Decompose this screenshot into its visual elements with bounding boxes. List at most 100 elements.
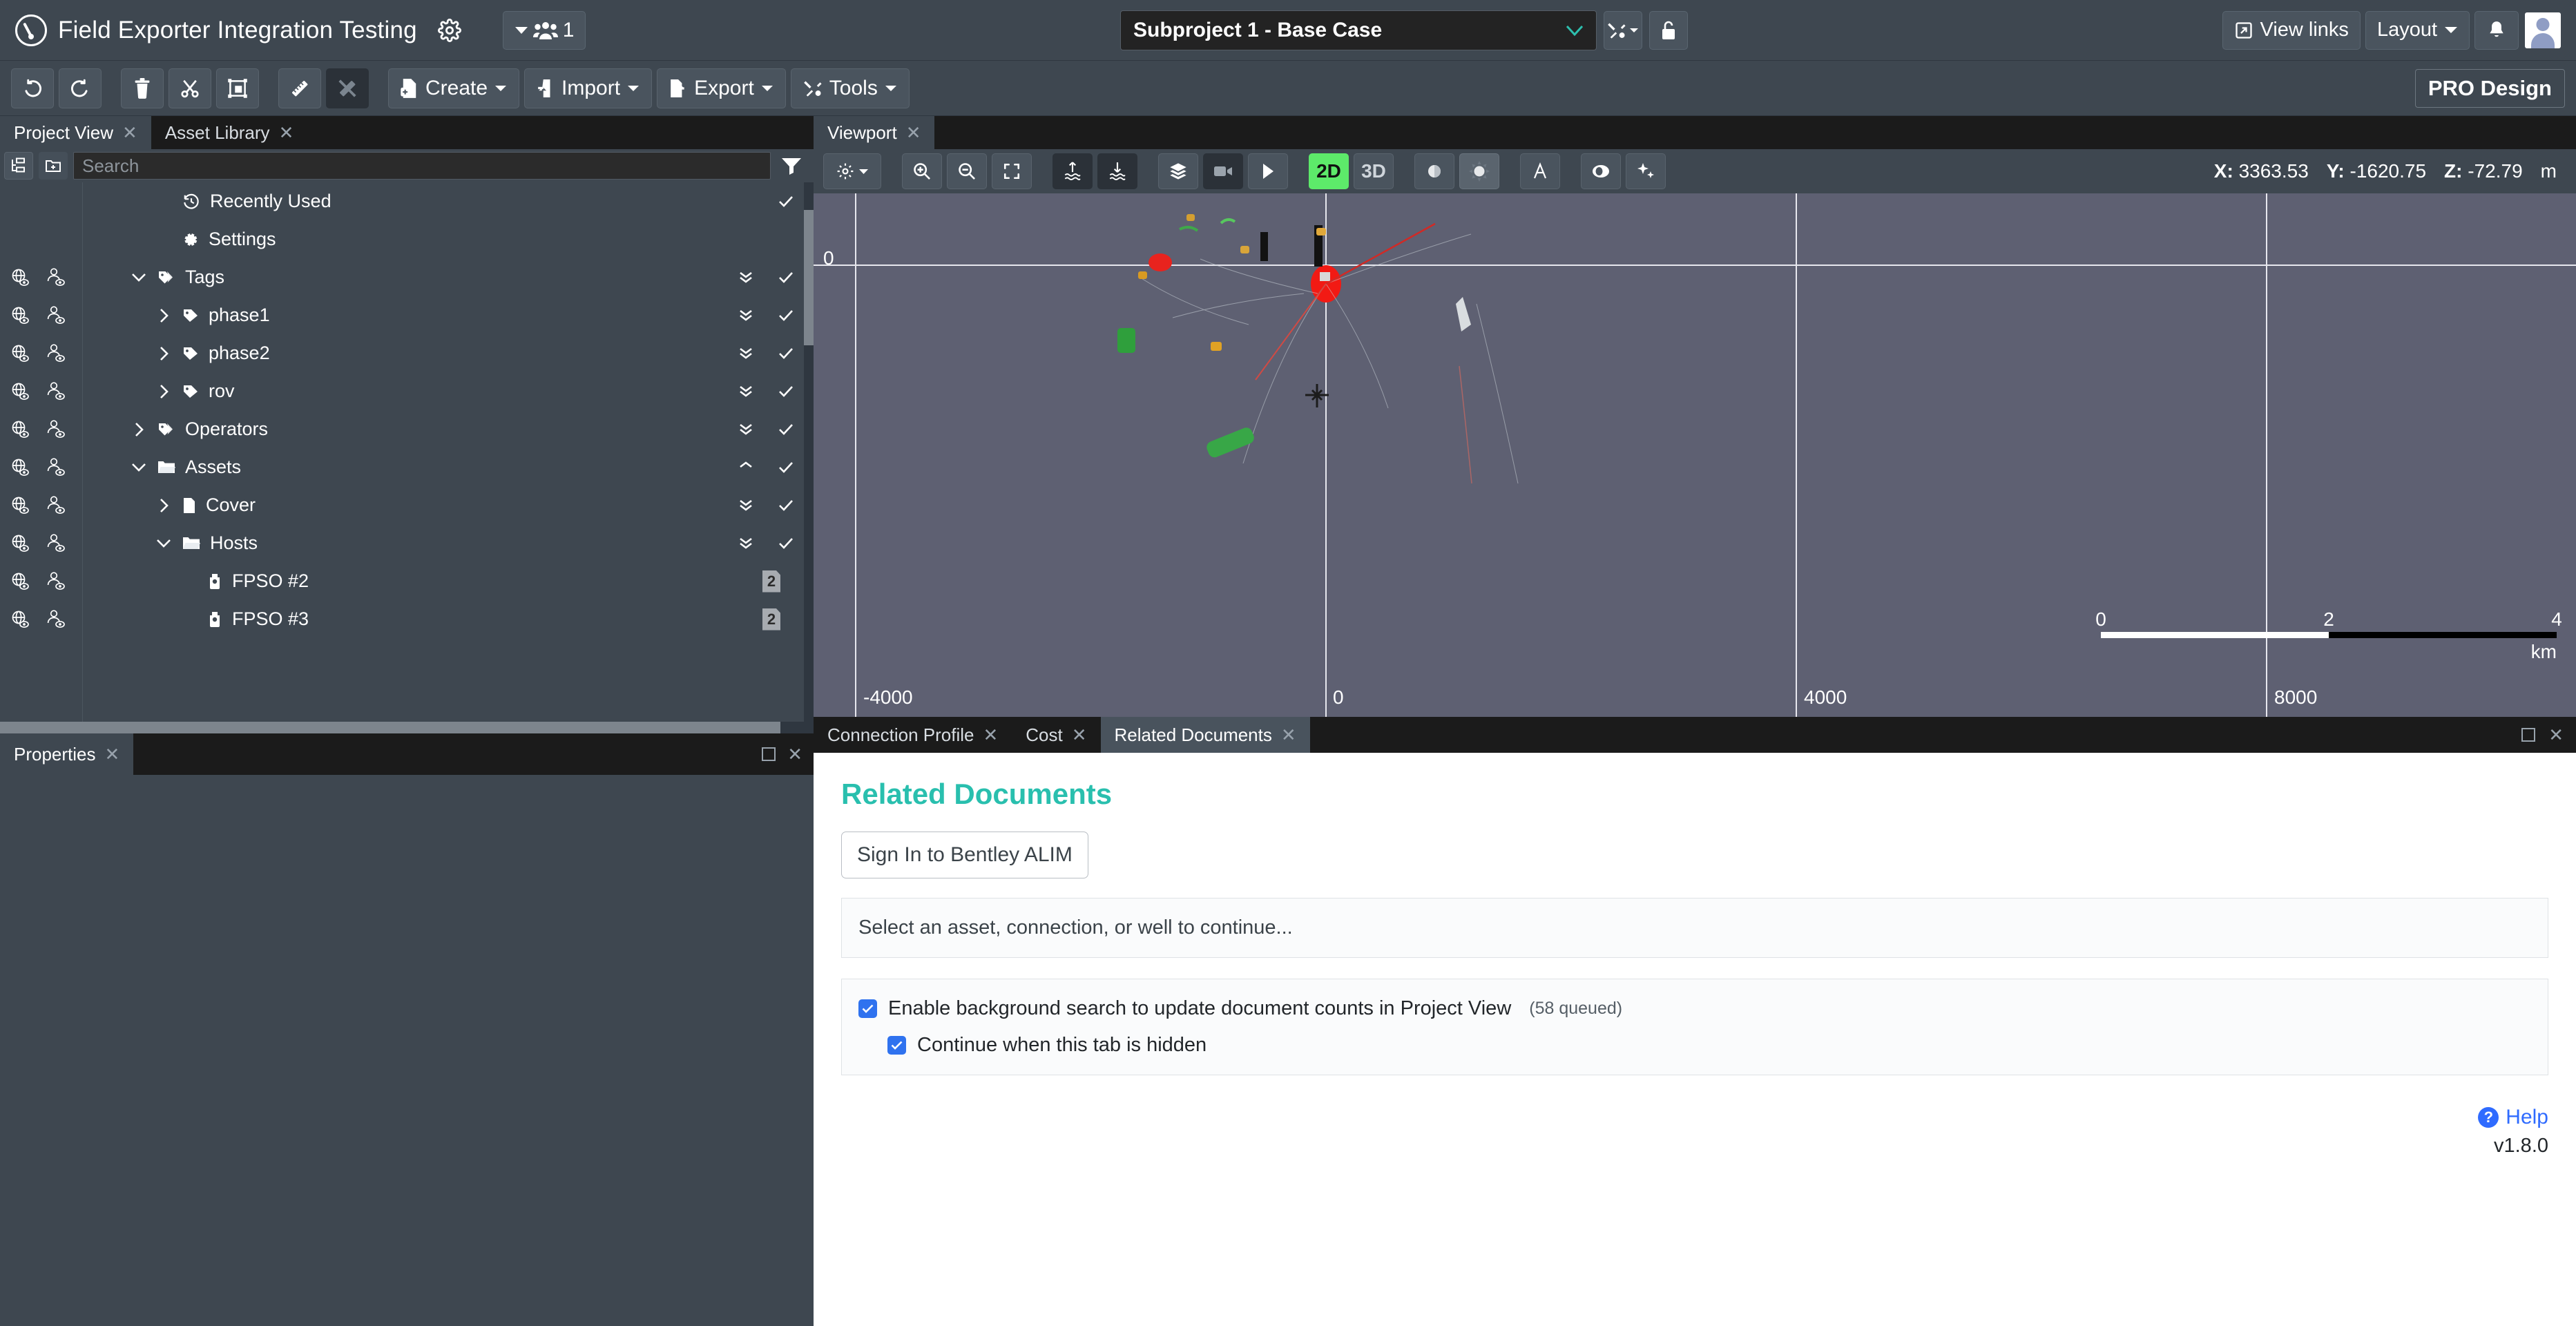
- globe-eye-icon[interactable]: [10, 609, 30, 630]
- create-menu-button[interactable]: Create: [388, 68, 520, 108]
- checkbox-continue-when-hidden[interactable]: [887, 1036, 906, 1055]
- check-icon[interactable]: [778, 271, 794, 285]
- tree-row[interactable]: FPSO #2 2: [83, 562, 814, 600]
- tab-cost[interactable]: Cost ✕: [1012, 717, 1101, 753]
- ruler-crossed-icon[interactable]: [326, 68, 369, 108]
- sun-shadow-icon[interactable]: [1459, 153, 1499, 189]
- zoom-in-icon[interactable]: [902, 153, 942, 189]
- layout-menu-button[interactable]: Layout: [2365, 10, 2470, 50]
- camera-icon[interactable]: [1203, 153, 1243, 189]
- chevron-down-icon[interactable]: [130, 272, 148, 283]
- maximize-icon[interactable]: [761, 747, 776, 762]
- globe-eye-icon[interactable]: [10, 457, 30, 478]
- globe-eye-icon[interactable]: [10, 267, 30, 288]
- close-icon[interactable]: ✕: [122, 122, 137, 144]
- subproject-select[interactable]: Subproject 1 - Base Case: [1120, 10, 1597, 50]
- double-chevron-down-icon[interactable]: [738, 384, 754, 399]
- import-menu-button[interactable]: Import: [524, 68, 653, 108]
- double-chevron-down-icon[interactable]: [738, 346, 754, 361]
- chevron-down-icon[interactable]: [155, 538, 173, 549]
- tab-related-documents[interactable]: Related Documents ✕: [1100, 717, 1310, 753]
- filter-icon[interactable]: [776, 152, 807, 180]
- tab-connection-profile[interactable]: Connection Profile ✕: [814, 717, 1012, 753]
- light-angle-icon[interactable]: [1520, 153, 1560, 189]
- tree-row[interactable]: Recently Used: [83, 182, 814, 220]
- close-icon[interactable]: ✕: [279, 122, 294, 144]
- person-eye-icon[interactable]: [46, 419, 66, 440]
- play-icon[interactable]: [1248, 153, 1288, 189]
- tree-row[interactable]: Hosts: [83, 524, 814, 562]
- subproject-tools-button[interactable]: [1604, 10, 1642, 50]
- globe-eye-icon[interactable]: [10, 419, 30, 440]
- scissors-icon[interactable]: [169, 68, 211, 108]
- help-link[interactable]: ? Help: [2478, 1106, 2548, 1129]
- double-chevron-down-icon[interactable]: [738, 498, 754, 513]
- export-menu-button[interactable]: Export: [657, 68, 786, 108]
- tree-vertical-scrollbar[interactable]: [804, 182, 814, 722]
- check-icon[interactable]: [778, 347, 794, 361]
- globe-eye-icon[interactable]: [10, 343, 30, 364]
- check-icon[interactable]: [778, 195, 794, 209]
- collaborators-button[interactable]: 1: [502, 10, 586, 50]
- person-eye-icon[interactable]: [46, 495, 66, 516]
- check-icon[interactable]: [778, 423, 794, 436]
- person-eye-icon[interactable]: [46, 305, 66, 326]
- shading-icon[interactable]: [1414, 153, 1454, 189]
- chevron-right-icon[interactable]: [155, 383, 173, 400]
- chevron-down-icon[interactable]: [130, 462, 148, 473]
- chevron-right-icon[interactable]: [155, 497, 173, 514]
- check-icon[interactable]: [778, 499, 794, 512]
- check-icon[interactable]: [778, 461, 794, 474]
- person-eye-icon[interactable]: [46, 381, 66, 402]
- tree-row[interactable]: Assets: [83, 448, 814, 486]
- gear-icon[interactable]: [437, 18, 461, 42]
- chevron-right-icon[interactable]: [155, 307, 173, 324]
- option-enable-background-search[interactable]: Enable background search to update docum…: [858, 997, 2531, 1020]
- tree-row[interactable]: phase1: [83, 296, 814, 334]
- option-continue-when-hidden[interactable]: Continue when this tab is hidden: [887, 1034, 2531, 1057]
- tree-row[interactable]: FPSO #3 2: [83, 600, 814, 638]
- double-chevron-down-icon[interactable]: [738, 422, 754, 437]
- tree-row[interactable]: Tags: [83, 258, 814, 296]
- globe-eye-icon[interactable]: [10, 495, 30, 516]
- globe-eye-icon[interactable]: [10, 305, 30, 326]
- chevron-right-icon[interactable]: [155, 345, 173, 362]
- tab-project-view[interactable]: Project View ✕: [0, 116, 151, 149]
- zoom-out-icon[interactable]: [947, 153, 987, 189]
- redo-icon[interactable]: [59, 68, 102, 108]
- check-icon[interactable]: [778, 385, 794, 398]
- gear-dropdown-icon[interactable]: [823, 153, 881, 189]
- person-eye-icon[interactable]: [46, 609, 66, 630]
- person-eye-icon[interactable]: [46, 343, 66, 364]
- double-chevron-down-icon[interactable]: [738, 536, 754, 551]
- sign-in-button[interactable]: Sign In to Bentley ALIM: [841, 832, 1088, 878]
- close-icon[interactable]: ✕: [906, 122, 921, 144]
- sea-surface-up-icon[interactable]: [1052, 153, 1093, 189]
- tree-row[interactable]: Settings: [83, 220, 814, 258]
- double-chevron-up-icon[interactable]: [738, 460, 754, 475]
- search-input[interactable]: [73, 152, 771, 180]
- trash-icon[interactable]: [121, 68, 164, 108]
- tree-view-icon[interactable]: [4, 152, 33, 180]
- view-icon[interactable]: [1581, 153, 1621, 189]
- double-chevron-down-icon[interactable]: [738, 270, 754, 285]
- view-links-button[interactable]: View links: [2222, 10, 2361, 50]
- person-eye-icon[interactable]: [46, 533, 66, 554]
- tab-asset-library[interactable]: Asset Library ✕: [151, 116, 308, 149]
- tree-row[interactable]: phase2: [83, 334, 814, 372]
- tab-properties[interactable]: Properties ✕: [0, 733, 134, 775]
- check-icon[interactable]: [778, 309, 794, 323]
- sparkle-icon[interactable]: [1626, 153, 1666, 189]
- mode-3d-button[interactable]: 3D: [1354, 153, 1394, 189]
- close-icon[interactable]: ✕: [105, 744, 120, 765]
- ruler-icon[interactable]: [278, 68, 321, 108]
- maximize-icon[interactable]: [2521, 727, 2536, 742]
- person-eye-icon[interactable]: [46, 457, 66, 478]
- check-icon[interactable]: [778, 537, 794, 550]
- notifications-button[interactable]: [2474, 10, 2519, 50]
- person-eye-icon[interactable]: [46, 571, 66, 592]
- double-chevron-down-icon[interactable]: [738, 308, 754, 323]
- tree-row[interactable]: Cover: [83, 486, 814, 524]
- new-folder-icon[interactable]: [39, 152, 68, 180]
- person-eye-icon[interactable]: [46, 267, 66, 288]
